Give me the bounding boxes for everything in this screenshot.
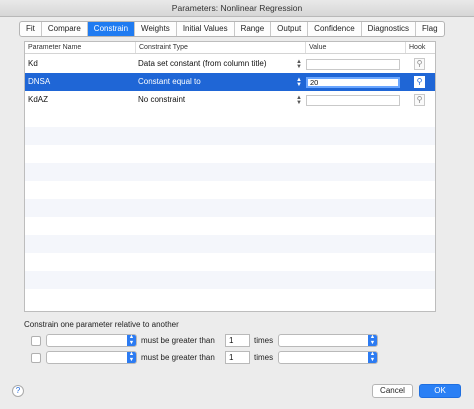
tab-fit[interactable]: Fit bbox=[20, 22, 42, 36]
parameter-name: Kd bbox=[28, 59, 38, 68]
empty-row bbox=[25, 145, 435, 163]
relation-checkbox[interactable] bbox=[31, 336, 41, 346]
tab-confidence[interactable]: Confidence bbox=[308, 22, 362, 36]
hook-icon[interactable]: ⚲ bbox=[414, 94, 425, 106]
empty-row bbox=[25, 181, 435, 199]
value-field[interactable] bbox=[306, 95, 400, 106]
tab-compare[interactable]: Compare bbox=[42, 22, 88, 36]
updown-arrows-icon[interactable]: ▲ ▼ bbox=[296, 95, 302, 106]
factor-field[interactable]: 1 bbox=[225, 351, 250, 364]
header-parameter-name[interactable]: Parameter Name bbox=[25, 42, 135, 53]
times-label: times bbox=[254, 336, 274, 345]
empty-row bbox=[25, 217, 435, 235]
table-row[interactable]: DNSA Constant equal to ▲ ▼ 20 ⚲ bbox=[25, 73, 435, 91]
updown-arrows-icon[interactable]: ▲ ▼ bbox=[296, 59, 302, 70]
times-label: times bbox=[254, 353, 274, 362]
table-row[interactable]: KdAZ No constraint ▲ ▼ ⚲ bbox=[25, 91, 435, 109]
constraint-type[interactable]: No constraint bbox=[135, 91, 185, 109]
parameter-name: DNSA bbox=[28, 77, 51, 86]
relation-checkbox[interactable] bbox=[31, 353, 41, 363]
empty-row bbox=[25, 271, 435, 289]
tab-flag[interactable]: Flag bbox=[416, 22, 444, 36]
relation-text: must be greater than bbox=[141, 353, 215, 362]
empty-row bbox=[25, 289, 435, 311]
chevron-updown-icon: ▲ ▼ bbox=[127, 351, 136, 363]
tab-diagnostics[interactable]: Diagnostics bbox=[362, 22, 417, 36]
constraint-type[interactable]: Data set constant (from column title) bbox=[135, 55, 267, 73]
hook-icon[interactable]: ⚲ bbox=[414, 58, 425, 70]
empty-row bbox=[25, 163, 435, 181]
right-parameter-select[interactable]: ▲ ▼ bbox=[278, 351, 378, 364]
tab-range[interactable]: Range bbox=[235, 22, 272, 36]
help-button[interactable]: ? bbox=[12, 385, 24, 397]
tab-bar: Fit Compare Constrain Weights Initial Va… bbox=[19, 21, 445, 37]
empty-row bbox=[25, 109, 435, 127]
relative-constraint-label: Constrain one parameter relative to anot… bbox=[24, 320, 179, 329]
left-parameter-select[interactable]: ▲ ▼ bbox=[46, 351, 137, 364]
hook-icon[interactable]: ⚲ bbox=[414, 76, 425, 88]
factor-field[interactable]: 1 bbox=[225, 334, 250, 347]
chevron-updown-icon: ▲ ▼ bbox=[127, 334, 136, 346]
tab-constrain[interactable]: Constrain bbox=[87, 22, 136, 36]
chevron-updown-icon: ▲ ▼ bbox=[368, 351, 377, 363]
table-row[interactable]: Kd Data set constant (from column title)… bbox=[25, 55, 435, 73]
relation-text: must be greater than bbox=[141, 336, 215, 345]
updown-arrows-icon[interactable]: ▲ ▼ bbox=[296, 77, 302, 88]
cancel-button[interactable]: Cancel bbox=[372, 384, 413, 398]
relative-constraint-row: ▲ ▼ must be greater than 1 times ▲ ▼ bbox=[30, 351, 410, 365]
empty-row bbox=[25, 235, 435, 253]
right-parameter-select[interactable]: ▲ ▼ bbox=[278, 334, 378, 347]
chevron-updown-icon: ▲ ▼ bbox=[368, 334, 377, 346]
parameter-name: KdAZ bbox=[28, 95, 49, 104]
tab-initial-values[interactable]: Initial Values bbox=[177, 22, 235, 36]
value-field[interactable]: 20 bbox=[306, 77, 400, 88]
tab-output[interactable]: Output bbox=[271, 22, 309, 36]
left-parameter-select[interactable]: ▲ ▼ bbox=[46, 334, 137, 347]
constraint-table: Parameter Name Constraint Type Value Hoo… bbox=[24, 41, 436, 312]
table-header: Parameter Name Constraint Type Value Hoo… bbox=[25, 42, 435, 54]
header-value[interactable]: Value bbox=[305, 42, 405, 53]
empty-row bbox=[25, 127, 435, 145]
header-constraint-type[interactable]: Constraint Type bbox=[135, 42, 305, 53]
empty-row bbox=[25, 253, 435, 271]
ok-button[interactable]: OK bbox=[419, 384, 461, 398]
tab-weights[interactable]: Weights bbox=[135, 22, 177, 36]
relative-constraint-row: ▲ ▼ must be greater than 1 times ▲ ▼ bbox=[30, 334, 410, 348]
window-title: Parameters: Nonlinear Regression bbox=[0, 0, 474, 17]
empty-row bbox=[25, 199, 435, 217]
value-field[interactable] bbox=[306, 59, 400, 70]
constraint-type[interactable]: Constant equal to bbox=[135, 73, 201, 91]
header-hook[interactable]: Hook bbox=[405, 42, 435, 53]
